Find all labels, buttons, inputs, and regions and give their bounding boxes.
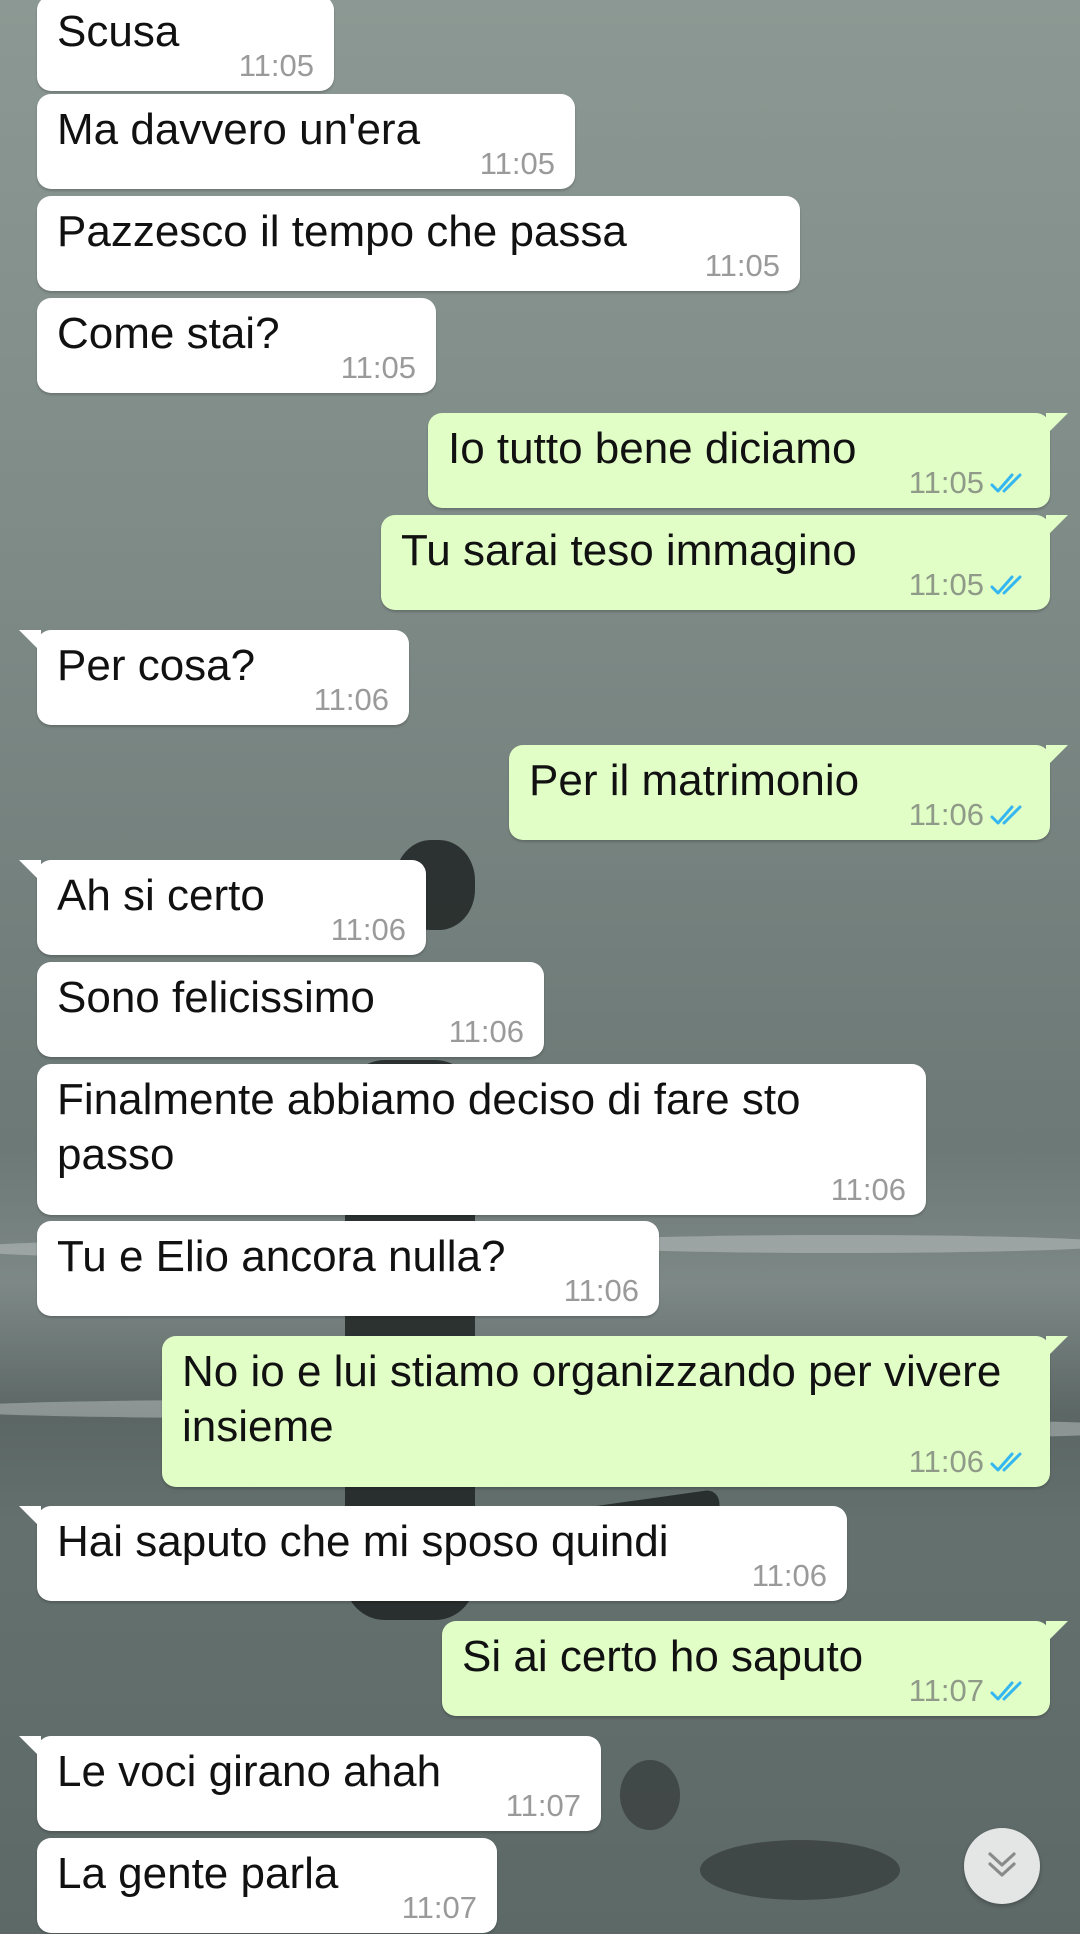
incoming-message[interactable]: Pazzesco il tempo che passa 11:05 (37, 196, 800, 291)
message-time: 11:06 (313, 682, 389, 717)
message-text: No io e lui stiamo organizzando per vive… (182, 1347, 1002, 1451)
message-time: 11:07 (505, 1788, 581, 1823)
incoming-message[interactable]: Scusa 11:05 (37, 0, 334, 91)
wallpaper-rock (700, 1840, 900, 1900)
incoming-message[interactable]: Tu e Elio ancora nulla? 11:06 (37, 1221, 659, 1316)
outgoing-message[interactable]: Io tutto bene diciamo 11:05 (428, 413, 1068, 508)
outgoing-message[interactable]: Per il matrimonio 11:06 (509, 745, 1068, 840)
message-meta: 11:05 (341, 352, 416, 383)
message-time: 11:06 (908, 1444, 984, 1479)
message-meta: 11:05 (239, 50, 314, 81)
message-time: 11:05 (479, 146, 555, 181)
message-meta: 11:06 (564, 1275, 639, 1306)
message-time: 11:06 (563, 1273, 639, 1308)
message-time: 11:05 (704, 248, 780, 283)
message-time: 11:06 (751, 1558, 827, 1593)
message-time: 11:05 (908, 465, 984, 500)
message-meta: 11:06 (752, 1560, 827, 1591)
message-text: Tu e Elio ancora nulla? (57, 1232, 506, 1281)
incoming-message[interactable]: Hai saputo che mi sposo quindi 11:06 (19, 1506, 847, 1601)
message-time: 11:06 (330, 912, 406, 947)
double-check-read-icon (990, 1679, 1030, 1703)
message-meta: 11:06 (449, 1016, 524, 1047)
message-time: 11:06 (908, 797, 984, 832)
message-meta: 11:06 (909, 1446, 1030, 1477)
outgoing-message[interactable]: No io e lui stiamo organizzando per vive… (162, 1336, 1068, 1487)
message-meta: 11:05 (909, 467, 1030, 498)
message-time: 11:07 (401, 1890, 477, 1925)
message-meta: 11:06 (909, 799, 1030, 830)
wallpaper-rock (620, 1760, 680, 1830)
message-time: 11:05 (908, 567, 984, 602)
message-time: 11:06 (448, 1014, 524, 1049)
message-time: 11:05 (340, 350, 416, 385)
message-meta: 11:05 (909, 569, 1030, 600)
incoming-message[interactable]: Per cosa? 11:06 (19, 630, 409, 725)
message-meta: 11:05 (705, 250, 780, 281)
incoming-message[interactable]: La gente parla 11:07 (37, 1838, 497, 1933)
incoming-message[interactable]: Sono felicissimo 11:06 (37, 962, 544, 1057)
message-meta: 11:06 (331, 914, 406, 945)
double-check-read-icon (990, 803, 1030, 827)
scroll-to-bottom-button[interactable] (964, 1828, 1040, 1904)
incoming-message[interactable]: Ma davvero un'era 11:05 (37, 94, 575, 189)
message-text: Pazzesco il tempo che passa (57, 207, 627, 256)
message-meta: 11:06 (831, 1174, 906, 1205)
incoming-message[interactable]: Come stai? 11:05 (37, 298, 436, 393)
message-text: Hai saputo che mi sposo quindi (57, 1517, 669, 1566)
double-check-read-icon (990, 471, 1030, 495)
message-meta: 11:07 (909, 1675, 1030, 1706)
double-check-read-icon (990, 573, 1030, 597)
message-meta: 11:07 (506, 1790, 581, 1821)
message-time: 11:07 (908, 1673, 984, 1708)
message-time: 11:05 (238, 48, 314, 83)
outgoing-message[interactable]: Si ai certo ho saputo 11:07 (442, 1621, 1068, 1716)
message-text: Le voci girano ahah (57, 1747, 442, 1796)
message-time: 11:06 (830, 1172, 906, 1207)
message-meta: 11:05 (480, 148, 555, 179)
incoming-message[interactable]: Le voci girano ahah 11:07 (19, 1736, 601, 1831)
double-check-read-icon (990, 1450, 1030, 1474)
double-chevron-down-icon (984, 1846, 1020, 1887)
outgoing-message[interactable]: Tu sarai teso immagino 11:05 (381, 515, 1068, 610)
message-text: Finalmente abbiamo deciso di fare sto pa… (57, 1075, 801, 1179)
message-meta: 11:07 (402, 1892, 477, 1923)
message-meta: 11:06 (314, 684, 389, 715)
incoming-message[interactable]: Finalmente abbiamo deciso di fare sto pa… (37, 1064, 926, 1215)
incoming-message[interactable]: Ah si certo 11:06 (19, 860, 426, 955)
